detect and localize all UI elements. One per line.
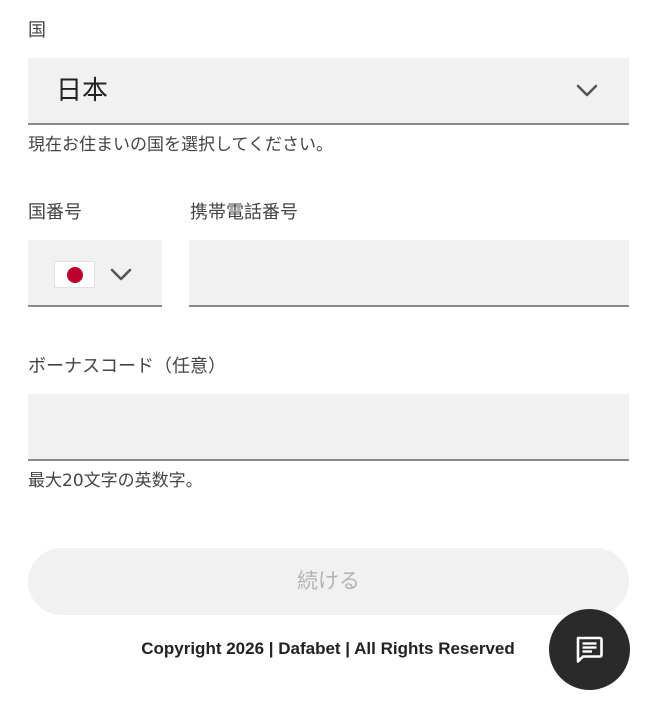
continue-button[interactable]: 続ける <box>28 548 629 615</box>
chevron-down-icon <box>110 267 132 286</box>
country-helper-text: 現在お住まいの国を選択してください。 <box>28 135 333 155</box>
registration-form: 国 日本 現在お住まいの国を選択してください。 国番号 携帯電話番号 ボーナスコ… <box>0 0 656 716</box>
mobile-number-label: 携帯電話番号 <box>190 202 298 223</box>
chat-button[interactable] <box>549 609 630 690</box>
chevron-down-icon <box>576 83 598 102</box>
country-selected-value: 日本 <box>56 76 109 106</box>
bonus-code-helper-text: 最大20文字の英数字。 <box>28 471 203 491</box>
bonus-code-label: ボーナスコード（任意） <box>28 356 226 377</box>
country-label: 国 <box>28 20 46 41</box>
bonus-code-field[interactable] <box>28 394 629 461</box>
country-code-select[interactable] <box>28 240 162 307</box>
japan-flag-icon <box>54 261 95 288</box>
country-code-label: 国番号 <box>28 202 82 223</box>
mobile-number-input[interactable] <box>189 240 629 305</box>
country-select[interactable]: 日本 <box>28 58 629 125</box>
mobile-number-field[interactable] <box>189 240 629 307</box>
bonus-code-input[interactable] <box>28 394 629 459</box>
chat-icon <box>576 636 603 663</box>
